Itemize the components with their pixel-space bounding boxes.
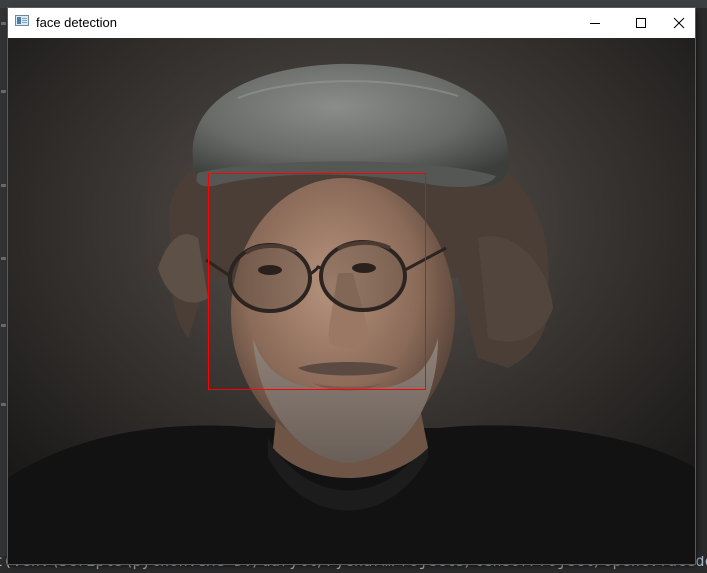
gutter-marker — [1, 257, 6, 260]
gutter-marker — [1, 403, 6, 406]
maximize-icon — [636, 18, 646, 28]
gutter-marker — [1, 90, 6, 93]
face-detection-box — [208, 173, 426, 390]
face-detection-window[interactable]: face detection — [8, 8, 695, 564]
gutter-marker — [1, 184, 6, 187]
opencv-window-icon — [15, 15, 29, 26]
window-title: face detection — [36, 15, 117, 30]
close-icon — [673, 17, 684, 29]
gutter-marker — [1, 324, 6, 327]
minimize-icon — [590, 23, 600, 24]
gutter-marker — [1, 22, 6, 25]
ide-left-gutter — [0, 8, 8, 561]
close-button[interactable] — [662, 8, 695, 38]
maximize-button[interactable] — [618, 8, 664, 38]
window-titlebar[interactable]: face detection — [8, 8, 695, 38]
image-display-area — [8, 38, 695, 564]
minimize-button[interactable] — [572, 8, 618, 38]
ide-top-strip — [0, 0, 707, 8]
